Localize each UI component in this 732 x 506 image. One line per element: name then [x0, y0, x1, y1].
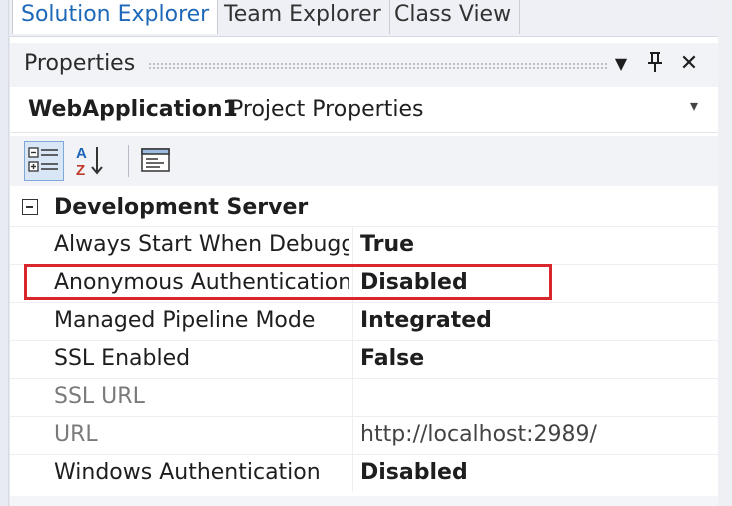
- highlight-annotation: [24, 264, 552, 300]
- close-icon[interactable]: ✕: [676, 49, 702, 79]
- alphabetical-button[interactable]: A Z: [72, 141, 112, 181]
- svg-text:Z: Z: [76, 162, 85, 179]
- tool-window-tabs: Solution Explorer Team Explorer Class Vi…: [10, 0, 718, 37]
- property-name: Windows Authentication: [54, 460, 321, 485]
- property-row-always-start[interactable]: Always Start When Debuggi True: [10, 226, 718, 264]
- tab-class-view[interactable]: Class View: [386, 0, 521, 34]
- property-value[interactable]: http://localhost:2989/: [360, 422, 597, 447]
- property-value[interactable]: False: [360, 346, 424, 371]
- panel-title: Properties: [24, 51, 136, 76]
- column-divider[interactable]: [352, 303, 353, 340]
- property-row-ssl-enabled[interactable]: SSL Enabled False: [10, 340, 718, 378]
- property-name: Always Start When Debuggi: [54, 232, 349, 257]
- properties-toolbar: A Z: [10, 136, 718, 186]
- svg-text:A: A: [76, 145, 87, 162]
- right-gutter: [718, 0, 732, 506]
- property-pages-button[interactable]: [136, 141, 176, 181]
- property-name: SSL URL: [54, 384, 145, 409]
- property-grid: Development Server Always Start When Deb…: [10, 190, 718, 496]
- properties-header: Properties ▼ ✕: [10, 43, 718, 87]
- chevron-down-icon[interactable]: ▾: [690, 96, 698, 115]
- alphabetical-icon: A Z: [76, 145, 103, 179]
- toolbar-separator: [128, 145, 129, 177]
- property-row-managed-pipeline-mode[interactable]: Managed Pipeline Mode Integrated: [10, 302, 718, 340]
- category-label: Development Server: [54, 195, 309, 220]
- object-type: Project Properties: [230, 97, 424, 122]
- property-row-windows-authentication[interactable]: Windows Authentication Disabled: [10, 454, 718, 492]
- property-value[interactable]: Integrated: [360, 308, 492, 333]
- categorized-icon: [28, 147, 58, 172]
- column-divider[interactable]: [352, 341, 353, 378]
- property-row-ssl-url[interactable]: SSL URL: [10, 378, 718, 416]
- pin-icon[interactable]: [642, 49, 668, 79]
- column-divider[interactable]: [352, 379, 353, 416]
- window-position-dropdown-icon[interactable]: ▼: [608, 49, 634, 79]
- bottom-edge: [10, 496, 718, 506]
- column-divider[interactable]: [352, 227, 353, 264]
- left-gutter: [0, 0, 10, 506]
- category-development-server[interactable]: Development Server: [10, 190, 718, 226]
- tab-solution-explorer[interactable]: Solution Explorer: [12, 0, 219, 34]
- properties-window: Solution Explorer Team Explorer Class Vi…: [0, 0, 732, 506]
- property-value[interactable]: True: [360, 232, 414, 257]
- property-name: SSL Enabled: [54, 346, 191, 371]
- property-name: URL: [54, 422, 98, 447]
- tab-team-explorer[interactable]: Team Explorer: [216, 0, 390, 34]
- object-selector[interactable]: WebApplication1 Project Properties ▾: [10, 90, 718, 133]
- categorized-button[interactable]: [24, 141, 64, 181]
- drag-grip[interactable]: [148, 62, 608, 70]
- property-pages-icon: [141, 148, 170, 172]
- property-name: Managed Pipeline Mode: [54, 308, 316, 333]
- property-row-url[interactable]: URL http://localhost:2989/: [10, 416, 718, 454]
- column-divider[interactable]: [352, 455, 353, 492]
- object-name: WebApplication1: [28, 97, 238, 122]
- column-divider[interactable]: [352, 417, 353, 454]
- collapse-icon[interactable]: [22, 199, 38, 215]
- property-value[interactable]: Disabled: [360, 460, 468, 485]
